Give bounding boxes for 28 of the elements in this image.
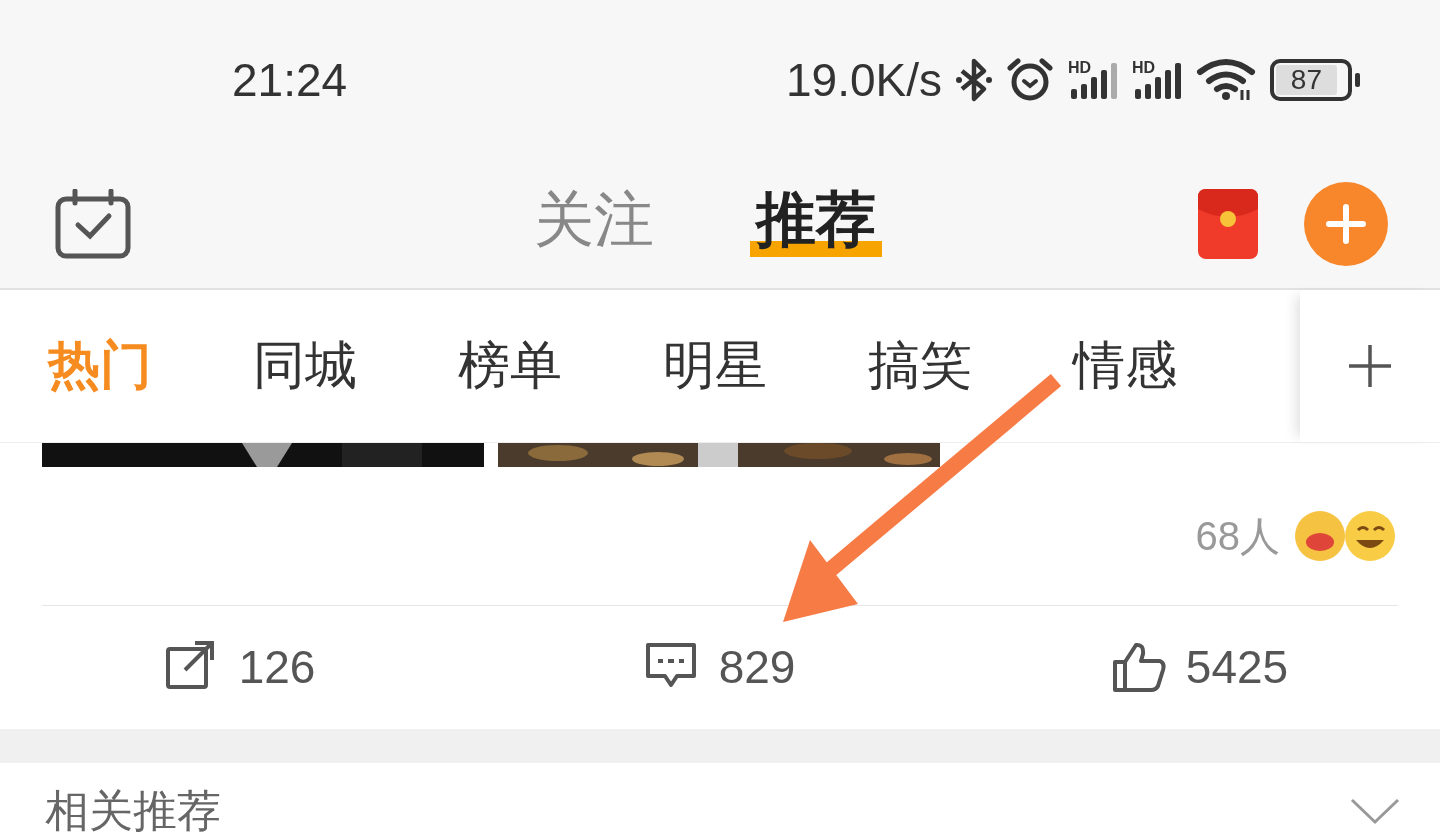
battery-cap-icon [1355,73,1360,87]
envelope-icon[interactable] [1198,189,1258,259]
clock-time: 21:24 [232,53,348,107]
like-button[interactable]: 5425 [960,606,1440,728]
chevron-down-icon [1350,797,1400,825]
channel-tab[interactable]: 同城 [253,331,357,401]
channel-tab[interactable]: 榜单 [458,331,562,401]
section-title: 相关推荐 [45,784,221,836]
signal-bars-icon [1071,63,1117,99]
bluetooth-icon [956,57,992,103]
thumbs-up-icon [1111,640,1166,694]
channel-tab[interactable]: 情感 [1073,331,1177,401]
alarm-icon [1006,57,1054,103]
network-speed: 19.0K/s [786,53,942,107]
comment-button[interactable]: 829 [480,606,960,728]
wifi-icon [1196,58,1256,102]
signal-type-label: HD [1068,59,1092,76]
battery-level: 87 [1276,65,1337,95]
share-button[interactable]: 126 [0,606,480,728]
calendar-icon[interactable] [55,189,131,259]
reaction-count: 68人 [1195,512,1280,560]
channel-tab[interactable]: 搞笑 [868,331,972,401]
channel-tab[interactable]: 明星 [663,331,767,401]
signal-type-label: HD [1132,59,1156,76]
plus-icon [1347,343,1393,389]
emoji-icon [1294,508,1398,564]
signal-bars-icon [1135,63,1181,99]
plus-icon [1326,204,1366,244]
